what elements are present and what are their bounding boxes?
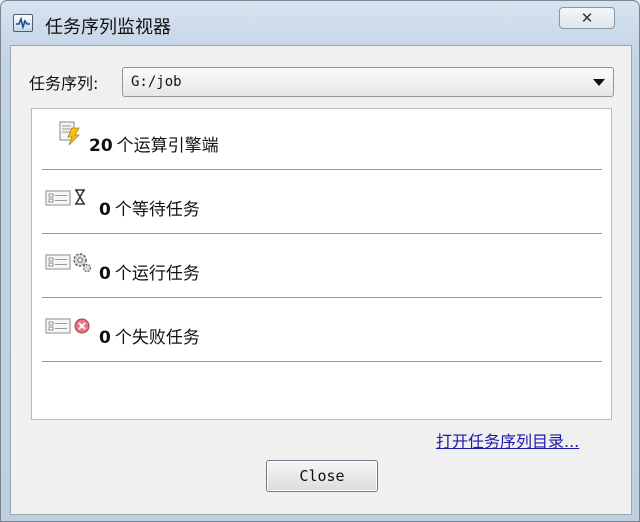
failed-label: 个失败任务	[114, 328, 200, 348]
queue-label: 任务序列:	[29, 74, 99, 93]
chevron-down-icon[interactable]	[593, 79, 605, 86]
status-row-engines: 20 个运算引擎端	[42, 109, 602, 173]
running-count: 0	[99, 264, 111, 284]
engine-icon	[59, 121, 81, 151]
running-count-text: 0 个运行任务	[99, 259, 200, 284]
waiting-label: 个等待任务	[114, 200, 200, 220]
running-label: 个运行任务	[114, 264, 200, 284]
engine-count: 20	[89, 136, 113, 156]
row-divider	[42, 361, 602, 365]
waiting-count-text: 0 个等待任务	[99, 195, 200, 220]
waiting-hourglass-icon	[45, 188, 93, 212]
failed-count-text: 0 个失败任务	[99, 323, 200, 348]
engine-label: 个运算引擎端	[116, 136, 219, 156]
engine-count-text: 20 个运算引擎端	[89, 131, 219, 156]
failed-count: 0	[99, 328, 111, 348]
window-title: 任务序列监视器	[45, 17, 171, 38]
window-close-icon[interactable]: ✕	[559, 7, 615, 29]
task-queue-monitor-window: 任务序列监视器 ✕ 任务序列: G:/job 20 个运算引擎端 0 个等待任务…	[0, 0, 640, 522]
title-bar[interactable]: 任务序列监视器 ✕	[1, 1, 639, 45]
monitor-app-icon	[13, 14, 33, 32]
status-row-failed: 0 个失败任务	[42, 301, 602, 365]
open-queue-folder-link[interactable]: 打开任务序列目录...	[436, 428, 579, 452]
close-button[interactable]: Close	[266, 460, 378, 492]
waiting-count: 0	[99, 200, 111, 220]
running-gear-icon	[45, 251, 93, 279]
dialog-body: 任务序列: G:/job 20 个运算引擎端 0 个等待任务 0 个运行任务 0…	[10, 45, 632, 515]
queue-selected-value: G:/job	[131, 74, 182, 90]
queue-select[interactable]: G:/job	[122, 67, 614, 97]
status-panel: 20 个运算引擎端 0 个等待任务 0 个运行任务 0 个失败任务	[31, 108, 612, 420]
failed-error-icon	[45, 316, 93, 342]
status-row-running: 0 个运行任务	[42, 237, 602, 301]
status-row-waiting: 0 个等待任务	[42, 173, 602, 237]
